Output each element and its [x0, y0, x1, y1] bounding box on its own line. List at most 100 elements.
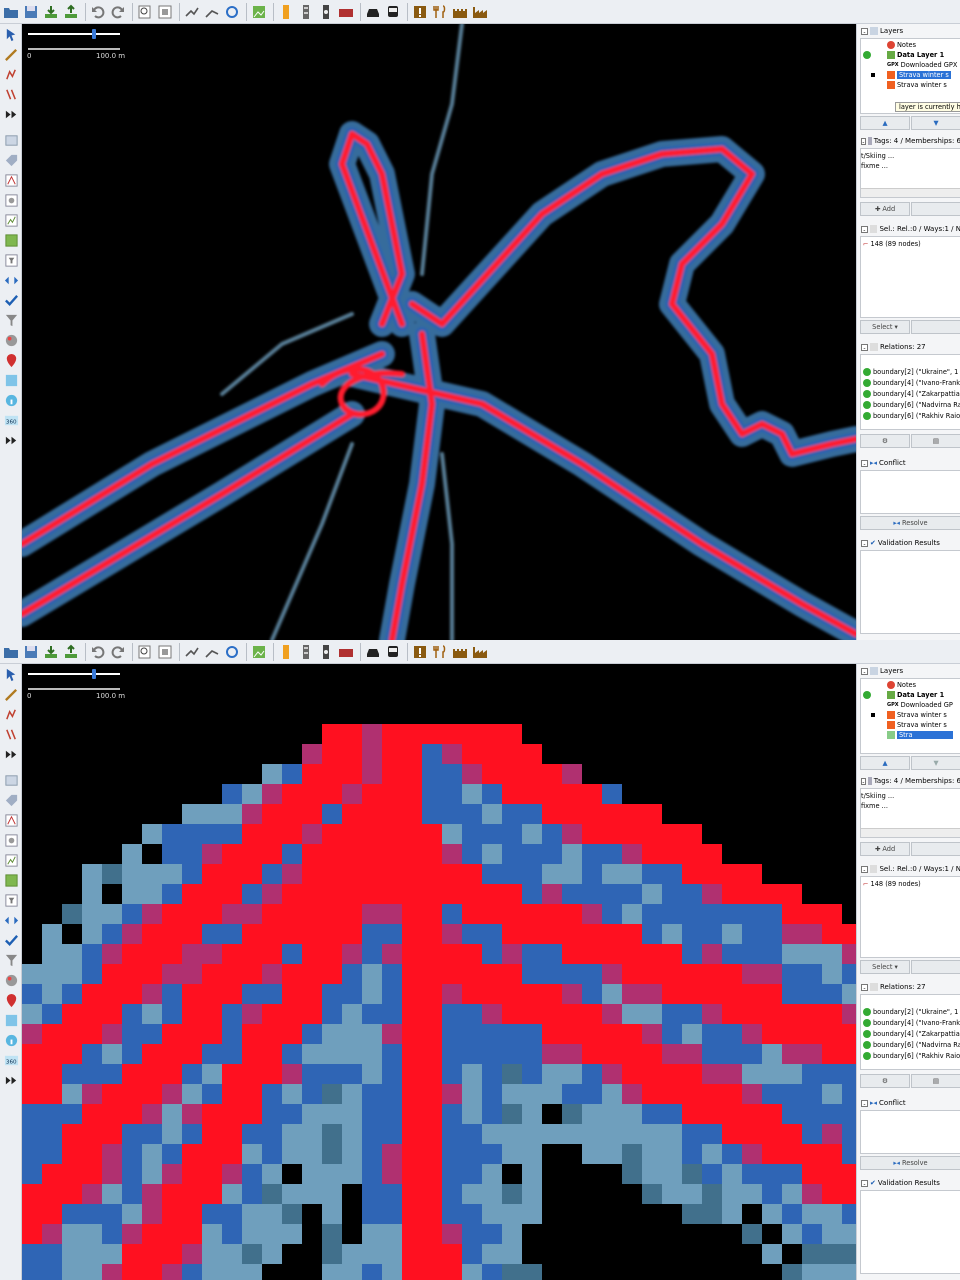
select-tool-icon[interactable]	[3, 666, 19, 682]
map-view[interactable]: 0 100.0 m	[22, 24, 856, 640]
horizontal-scrollbar[interactable]	[861, 188, 960, 197]
zoom-slider-knob[interactable]	[92, 29, 96, 39]
imagery-toggle-icon[interactable]	[3, 872, 19, 888]
improve-way-icon[interactable]	[3, 706, 19, 722]
zoom-slider-knob[interactable]	[92, 669, 96, 679]
combine-way-icon[interactable]	[203, 3, 221, 21]
conflict-panel-header[interactable]: - ▸◂ Conflict	[857, 456, 960, 470]
add-tag-button[interactable]: ✚ Add	[860, 842, 910, 856]
validation-list[interactable]	[860, 550, 960, 634]
tag-row[interactable]: t/Skiing ...	[861, 151, 894, 161]
more-tools-icon-2[interactable]	[3, 1072, 19, 1088]
layer-list[interactable]: Notes Data Layer 1 GPX Downloaded GP Stra…	[860, 678, 960, 754]
collapse-icon[interactable]: -	[861, 667, 868, 676]
redo-icon[interactable]	[109, 643, 127, 661]
conflict-panel-header[interactable]: - ▸◂ Conflict	[857, 1096, 960, 1110]
warning-icon[interactable]	[411, 643, 429, 661]
collapse-icon[interactable]: -	[861, 539, 868, 548]
scale-bar[interactable]: 0 100.0 m	[26, 668, 126, 702]
layer-item-strava-1[interactable]: Strava winter s	[887, 710, 947, 720]
layers-toggle-icon[interactable]	[3, 772, 19, 788]
relation-item[interactable]: boundary[4] ("Ivano-Frankiv	[863, 1018, 960, 1028]
relations-toggle-icon[interactable]	[3, 832, 19, 848]
undo-icon[interactable]	[89, 3, 107, 21]
layer-item-strava-2[interactable]: Strava winter s	[887, 80, 947, 90]
panorama-360-icon[interactable]: 360	[3, 1052, 19, 1068]
castle-icon[interactable]	[451, 3, 469, 21]
funnel-icon[interactable]	[3, 952, 19, 968]
search-button[interactable]	[911, 320, 960, 334]
history-toggle-icon[interactable]	[3, 852, 19, 868]
parallel-way-icon[interactable]	[3, 726, 19, 742]
layers-panel-header[interactable]: - Layers	[857, 664, 960, 678]
move-down-button[interactable]: ▼	[911, 756, 960, 770]
selection-list[interactable]: ⌐ 148 (89 nodes)	[860, 876, 960, 958]
industrial-icon[interactable]	[471, 643, 489, 661]
notes-toggle-icon[interactable]	[3, 372, 19, 388]
zoom-slider-track[interactable]	[28, 673, 120, 675]
collapse-icon[interactable]: -	[861, 1099, 868, 1108]
selection-item[interactable]: ⌐ 148 (89 nodes)	[863, 879, 921, 889]
refresh-icon[interactable]	[223, 3, 241, 21]
car-icon[interactable]	[364, 3, 382, 21]
zoom-slider-track[interactable]	[28, 33, 120, 35]
edit-tag-button[interactable]	[911, 842, 960, 856]
validation-toggle-icon[interactable]	[3, 292, 19, 308]
relation-item[interactable]: boundary[6] ("Rakhiv Raion"	[863, 411, 960, 421]
combine-way-icon[interactable]	[203, 643, 221, 661]
move-up-button[interactable]: ▲	[860, 756, 910, 770]
castle-icon[interactable]	[451, 643, 469, 661]
relation-item[interactable]: boundary[6] ("Nadvirna Raio	[863, 400, 960, 410]
preset-amenity-icon[interactable]	[277, 3, 295, 21]
split-way-icon[interactable]	[183, 3, 201, 21]
collapse-icon[interactable]: -	[861, 225, 868, 234]
info-icon[interactable]	[3, 392, 19, 408]
conflict-list[interactable]	[860, 1110, 960, 1154]
restaurant-icon[interactable]	[431, 643, 449, 661]
resolve-button[interactable]: ▸◂ Resolve	[860, 1156, 960, 1170]
layer-item-data-layer[interactable]: Data Layer 1	[887, 690, 944, 700]
bus-icon[interactable]	[384, 3, 402, 21]
relation-item[interactable]: boundary[6] ("Rakhiv Raion"	[863, 1051, 960, 1061]
select-button[interactable]: Select ▾	[860, 320, 910, 334]
undo-icon[interactable]	[89, 643, 107, 661]
imagery-icon[interactable]	[250, 643, 268, 661]
tags-panel-header[interactable]: - Tags: 4 / Memberships: 6	[857, 134, 960, 148]
car-icon[interactable]	[364, 643, 382, 661]
validation-toggle-icon[interactable]	[3, 932, 19, 948]
tags-panel-header[interactable]: - Tags: 4 / Memberships: 6	[857, 774, 960, 788]
upload-icon[interactable]	[62, 643, 80, 661]
industrial-icon[interactable]	[471, 3, 489, 21]
relation-item[interactable]: boundary[2] ("Ukraine", 1 18	[863, 367, 960, 377]
tag-row[interactable]: fixme ...	[861, 801, 888, 811]
collapse-icon[interactable]: -	[861, 865, 868, 874]
visible-check-icon[interactable]	[863, 50, 871, 60]
warning-icon[interactable]	[411, 3, 429, 21]
map-paint-icon[interactable]	[3, 332, 19, 348]
restaurant-icon[interactable]	[431, 3, 449, 21]
collapse-icon[interactable]: -	[861, 343, 868, 352]
map-view-zoomed[interactable]: 0 100.0 m	[22, 664, 856, 1280]
layer-item-strava-3[interactable]: Stra	[887, 730, 953, 740]
horizontal-scrollbar[interactable]	[861, 828, 960, 837]
preset-wall-icon[interactable]	[337, 3, 355, 21]
selection-list[interactable]: ⌐ 148 (89 nodes)	[860, 236, 960, 318]
download-icon[interactable]	[42, 643, 60, 661]
more-tools-icon[interactable]	[3, 106, 19, 122]
relations-panel-header[interactable]: - Relations: 27	[857, 980, 960, 994]
relations-panel-header[interactable]: - Relations: 27	[857, 340, 960, 354]
redo-icon[interactable]	[109, 3, 127, 21]
move-up-button[interactable]: ▲	[860, 116, 910, 130]
conflict-list[interactable]	[860, 470, 960, 514]
draw-tool-icon[interactable]	[3, 46, 19, 62]
tags-table[interactable]: t/Skiing ... fixme ...	[860, 148, 960, 198]
relation-item[interactable]: boundary[4] ("Zakarpattia O	[863, 389, 960, 399]
relation-item[interactable]: boundary[4] ("Zakarpattia O	[863, 1029, 960, 1039]
edit-tag-button[interactable]	[911, 202, 960, 216]
filter-toggle-icon[interactable]	[3, 252, 19, 268]
preset-barrier-icon[interactable]	[297, 3, 315, 21]
collapse-icon[interactable]: -	[861, 137, 866, 146]
layers-toggle-icon[interactable]	[3, 132, 19, 148]
funnel-icon[interactable]	[3, 312, 19, 328]
notes-toggle-icon[interactable]	[3, 1012, 19, 1028]
